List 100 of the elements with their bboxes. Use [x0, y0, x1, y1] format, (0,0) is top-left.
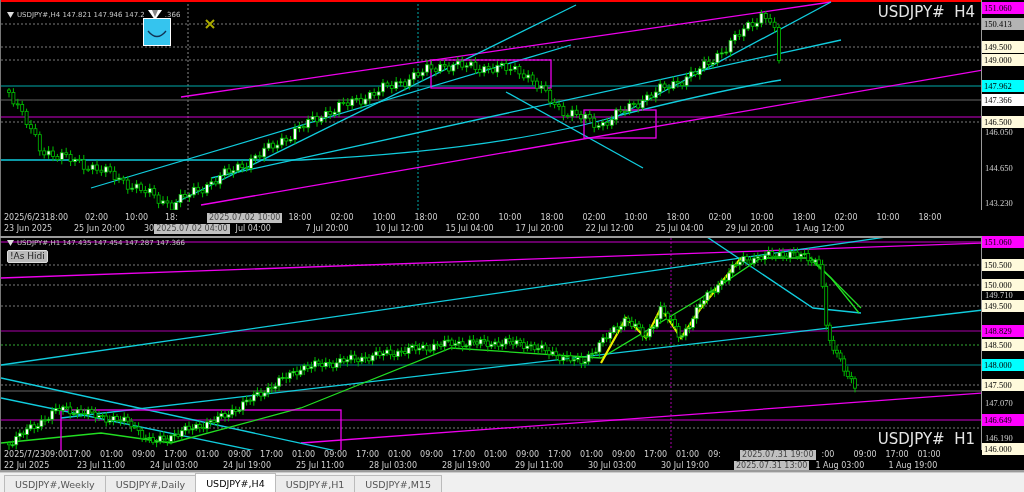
price-tag: 149.000: [982, 54, 1024, 66]
time-label: 2025.07.02 10:00: [207, 212, 283, 223]
symbol-label: USDJPY# H1: [877, 430, 975, 448]
price-tag: 147.366: [982, 94, 1024, 106]
time-label: 09:00: [228, 450, 253, 460]
time-label: 10:00: [498, 212, 523, 223]
time-label: 01:00: [292, 450, 317, 460]
time-label: 22 Jul 2025: [4, 460, 51, 470]
time-label: 2025.07.02 04:00: [154, 223, 230, 234]
time-label: 09:00: [516, 450, 541, 460]
time-label: 09:00: [45, 450, 69, 460]
collapse-triangle-icon[interactable]: [7, 12, 14, 18]
time-label: 09:00: [612, 450, 637, 460]
time-label: 02:00: [456, 212, 481, 223]
time-label: 1 Aug 03:00: [815, 460, 866, 470]
chart-tab[interactable]: USDJPY#,Weekly: [4, 475, 106, 492]
time-label: 17:00: [356, 450, 381, 460]
price-tag: 146.000: [982, 443, 1024, 455]
chart-tab[interactable]: USDJPY#,Daily: [104, 475, 197, 492]
price-tag: 148.000: [982, 359, 1024, 371]
chart-tab[interactable]: USDJPY#,H1: [274, 475, 356, 492]
time-label: 02:00: [834, 212, 859, 223]
time-label: 18:00: [792, 212, 817, 223]
time-label: 18:00: [540, 212, 565, 223]
time-label: 17:00: [452, 450, 477, 460]
price-tag: 149.500: [982, 41, 1024, 53]
chart-tab[interactable]: USDJPY#,M15: [354, 475, 443, 492]
time-label: 01:00: [580, 450, 605, 460]
time-label: 7 Jul 20:00: [305, 223, 350, 234]
time-label: 28 Jul 03:00: [369, 460, 418, 470]
time-label: 10:00: [372, 212, 397, 223]
time-label: 18:00: [288, 212, 313, 223]
time-label: 29 Jul 20:00: [725, 223, 775, 234]
time-label: 17:00: [548, 450, 573, 460]
time-label: 02:00: [330, 212, 355, 223]
time-label: 10 Jul 12:00: [375, 223, 425, 234]
time-label: 18:00: [414, 212, 439, 223]
time-label: 25 Jun 20:00: [74, 223, 126, 234]
time-label: 1 Aug 12:00: [795, 223, 846, 234]
time-label: 30 Jul 19:00: [661, 460, 710, 470]
time-label: 30 Jul 03:00: [588, 460, 637, 470]
time-label: 01:00: [388, 450, 413, 460]
time-label: 2025.07.31 13:00: [734, 460, 810, 470]
time-label: 18:00: [666, 212, 691, 223]
time-label: 09:00: [132, 450, 157, 460]
time-label: 10:00: [876, 212, 901, 223]
price-tag: 150.500: [982, 259, 1024, 271]
time-label: 30: [144, 223, 155, 234]
time-label: 1 Aug 19:00: [888, 460, 939, 470]
collapse-triangle-icon[interactable]: [7, 240, 14, 246]
time-label: 18:: [165, 212, 179, 223]
time-label: 02:00: [85, 212, 110, 223]
time-label: 24 Jul 03:00: [150, 460, 199, 470]
time-label: 01:00: [484, 450, 509, 460]
price-tag: 150.413: [982, 18, 1024, 30]
time-label: 15 Jul 04:00: [445, 223, 495, 234]
bowl-icon[interactable]: [143, 18, 171, 46]
price-tick: 149.710: [985, 289, 1013, 301]
time-label: 02:00: [708, 212, 733, 223]
price-tick: 143.230: [985, 197, 1013, 209]
price-tag: 148.829: [982, 325, 1024, 337]
time-label: 2025/6/23: [4, 212, 46, 223]
time-label: 18:00: [918, 212, 943, 223]
price-tag: 147.500: [982, 379, 1024, 391]
time-label: 01:00: [917, 450, 942, 460]
price-tick: 144.650: [985, 162, 1013, 174]
hide-button[interactable]: !As Hidi: [7, 250, 48, 263]
time-label: 02:00: [582, 212, 607, 223]
time-label: 28 Jul 19:00: [442, 460, 491, 470]
price-tick: 146.050: [985, 126, 1013, 138]
time-label: 29 Jul 11:00: [515, 460, 564, 470]
time-label: 10:00: [750, 212, 775, 223]
price-tag: 151.060: [982, 236, 1024, 248]
price-tick: 146.190: [985, 432, 1013, 444]
time-label: 09:00: [853, 450, 878, 460]
time-label: 17:00: [68, 450, 93, 460]
price-tag: 151.060: [982, 2, 1024, 14]
time-label: 17:00: [644, 450, 669, 460]
time-label: 09:00: [324, 450, 349, 460]
time-label: 18:00: [45, 212, 70, 223]
time-label: 23 Jun 2025: [4, 223, 54, 234]
time-label: 25 Jul 04:00: [655, 223, 705, 234]
price-tag: 148.500: [982, 339, 1024, 351]
time-label: 17:00: [260, 450, 285, 460]
price-tag: 146.649: [982, 414, 1024, 426]
chart-tab[interactable]: USDJPY#,H4: [195, 473, 276, 492]
time-label: 01:00: [100, 450, 125, 460]
price-tag: 146.500: [982, 116, 1024, 128]
time-label: 17:00: [164, 450, 189, 460]
symbol-label: USDJPY# H4: [877, 3, 975, 21]
time-label: 2025/7/23: [4, 450, 46, 460]
time-label: 01:00: [196, 450, 221, 460]
price-tick: 147.070: [985, 397, 1013, 409]
time-label: 2025.07.31 19:00: [740, 450, 816, 460]
price-tag: 149.500: [982, 300, 1024, 312]
time-label: 17:00: [885, 450, 910, 460]
price-tag: 147.962: [982, 80, 1024, 92]
time-label: 22 Jul 12:00: [585, 223, 635, 234]
time-label: 09:00: [420, 450, 445, 460]
time-label: :00: [821, 450, 836, 460]
